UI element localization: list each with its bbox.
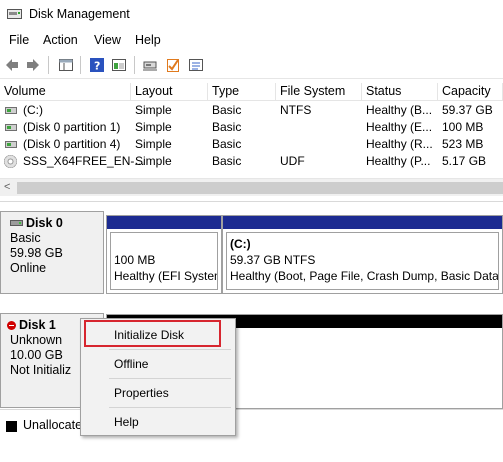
- scrollbar-thumb[interactable]: [17, 182, 503, 194]
- disk-title: Disk 1: [19, 318, 56, 332]
- column-header-layout[interactable]: Layout: [131, 83, 208, 101]
- menu-item-offline[interactable]: Offline: [114, 357, 148, 371]
- check-icon[interactable]: [165, 57, 181, 73]
- menu-separator: [109, 378, 231, 379]
- menu-separator: [109, 407, 231, 408]
- menu-file[interactable]: File: [9, 33, 29, 47]
- disk-title: Disk 0: [26, 216, 63, 230]
- volume-capacity: 523 MB: [442, 137, 484, 151]
- horizontal-scrollbar[interactable]: <: [0, 178, 503, 196]
- partition-body: 100 MB Healthy (EFI System: [110, 232, 218, 290]
- volume-type: Basic: [212, 103, 242, 117]
- show-hide-icon[interactable]: [111, 57, 127, 73]
- forward-arrow-icon[interactable]: [25, 57, 41, 73]
- partition-c[interactable]: (C:) 59.37 GB NTFS Healthy (Boot, Page F…: [222, 215, 503, 294]
- volume-status: Healthy (R...: [366, 137, 433, 151]
- volume-capacity: 100 MB: [442, 120, 484, 134]
- partition-size: 59.37 GB NTFS: [230, 253, 316, 267]
- volume-capacity: 59.37 GB: [442, 103, 493, 117]
- toolbar: ?: [0, 51, 503, 79]
- disk-type: Basic: [10, 231, 41, 245]
- disk-state: Online: [10, 261, 47, 275]
- volume-name: SSS_X64FREE_EN-...: [23, 154, 145, 168]
- console-tree-icon[interactable]: [58, 57, 74, 73]
- volume-name: (Disk 0 partition 4): [23, 137, 121, 151]
- volume-type: Basic: [212, 154, 242, 168]
- volume-status: Healthy (E...: [366, 120, 433, 134]
- menu-bar: File Action View Help: [0, 29, 503, 51]
- disk-graph-view: Disk 0 Basic 59.98 GB Online 100 MB Heal…: [0, 201, 503, 409]
- menu-view[interactable]: View: [94, 33, 121, 47]
- disk-size: 59.98 GB: [10, 246, 63, 260]
- table-row[interactable]: (Disk 0 partition 1) Simple Basic Health…: [0, 119, 503, 136]
- volume-type: Basic: [212, 120, 242, 134]
- partition-name: (C:): [230, 237, 251, 251]
- connect-icon[interactable]: [142, 57, 158, 73]
- volume-fs: NTFS: [280, 103, 312, 117]
- volume-layout: Simple: [135, 137, 172, 151]
- help-icon[interactable]: ?: [89, 57, 105, 73]
- column-header-type[interactable]: Type: [208, 83, 276, 101]
- menu-item-properties[interactable]: Properties: [114, 386, 169, 400]
- column-header-volume[interactable]: Volume: [0, 83, 131, 101]
- toolbar-separator: [134, 56, 135, 74]
- back-arrow-icon[interactable]: [4, 57, 20, 73]
- partition-stripe: [223, 216, 502, 229]
- column-header-file-system[interactable]: File System: [276, 83, 362, 101]
- partition-body: (C:) 59.37 GB NTFS Healthy (Boot, Page F…: [226, 232, 499, 290]
- volume-status: Healthy (B...: [366, 103, 433, 117]
- volume-layout: Simple: [135, 120, 172, 134]
- volume-name: (C:): [23, 103, 43, 117]
- table-row[interactable]: (Disk 0 partition 4) Simple Basic Health…: [0, 136, 503, 153]
- volume-status: Healthy (P...: [366, 154, 431, 168]
- legend-bar: Unallocate: [0, 409, 503, 462]
- menu-help[interactable]: Help: [135, 33, 161, 47]
- partition-size: 100 MB: [114, 253, 156, 267]
- column-header-capacity[interactable]: Capacity: [438, 83, 503, 101]
- title-bar: Disk Management: [0, 0, 503, 29]
- disk-icon: [10, 220, 23, 226]
- partition-status: Healthy (EFI System: [114, 269, 218, 283]
- volume-icon: [5, 141, 17, 148]
- volume-type: Basic: [212, 137, 242, 151]
- table-row[interactable]: SSS_X64FREE_EN-... Simple Basic UDF Heal…: [0, 153, 503, 170]
- highlight-box: [84, 320, 221, 347]
- toolbar-separator: [48, 56, 49, 74]
- toolbar-separator: [80, 56, 81, 74]
- menu-separator: [109, 349, 231, 350]
- partition-efi[interactable]: 100 MB Healthy (EFI System: [106, 215, 222, 294]
- partition-stripe: [107, 216, 221, 229]
- volume-icon: [5, 124, 17, 131]
- cd-icon: [4, 155, 17, 168]
- svg-text:?: ?: [94, 60, 100, 73]
- volume-layout: Simple: [135, 103, 172, 117]
- legend-swatch-unallocated: [6, 421, 17, 432]
- volume-layout: Simple: [135, 154, 172, 168]
- disk-0-label[interactable]: Disk 0 Basic 59.98 GB Online: [0, 211, 104, 294]
- table-row[interactable]: (C:) Simple Basic NTFS Healthy (B... 59.…: [0, 102, 503, 119]
- legend-label-unallocated: Unallocate: [23, 418, 83, 432]
- disk-management-icon: [7, 9, 22, 19]
- volume-icon: [5, 107, 17, 114]
- error-icon: [7, 321, 16, 330]
- volume-capacity: 5.17 GB: [442, 154, 487, 168]
- volume-name: (Disk 0 partition 1): [23, 120, 121, 134]
- scroll-left-arrow[interactable]: <: [4, 181, 10, 193]
- window-title: Disk Management: [29, 7, 130, 21]
- volume-fs: UDF: [280, 154, 305, 168]
- menu-action[interactable]: Action: [43, 33, 78, 47]
- menu-item-help[interactable]: Help: [114, 415, 139, 429]
- partition-status: Healthy (Boot, Page File, Crash Dump, Ba…: [230, 269, 499, 283]
- properties-icon[interactable]: [188, 57, 204, 73]
- column-header-status[interactable]: Status: [362, 83, 438, 101]
